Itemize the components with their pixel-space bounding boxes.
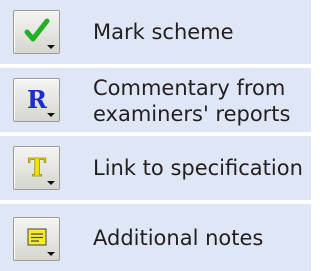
legend-label: Mark scheme xyxy=(93,20,234,44)
legend-row-mark-scheme: Mark scheme xyxy=(0,0,311,64)
svg-text:R: R xyxy=(27,85,48,113)
legend-row-specification: T Link to specification xyxy=(0,136,311,200)
icon-legend: Mark scheme R Commentary from examiners'… xyxy=(0,0,311,271)
note-icon xyxy=(27,228,47,246)
checkmark-icon xyxy=(24,18,50,42)
dropdown-caret-icon xyxy=(47,181,55,185)
letter-t-icon: T xyxy=(28,153,47,181)
dropdown-caret-icon xyxy=(47,113,55,117)
letter-r-icon: R xyxy=(27,85,48,113)
legend-label: Link to specification xyxy=(93,156,303,180)
legend-label: Additional notes xyxy=(93,226,264,250)
mark-scheme-button[interactable] xyxy=(13,10,60,54)
legend-label: Commentary from examiners' reports xyxy=(93,76,291,126)
specification-link-button[interactable]: T xyxy=(13,146,60,190)
additional-notes-button[interactable] xyxy=(13,217,60,261)
dropdown-caret-icon xyxy=(47,45,55,49)
legend-row-additional-notes: Additional notes xyxy=(0,204,311,271)
svg-text:T: T xyxy=(28,153,46,181)
dropdown-caret-icon xyxy=(47,252,55,256)
commentary-button[interactable]: R xyxy=(13,78,60,122)
legend-row-commentary: R Commentary from examiners' reports xyxy=(0,68,311,132)
